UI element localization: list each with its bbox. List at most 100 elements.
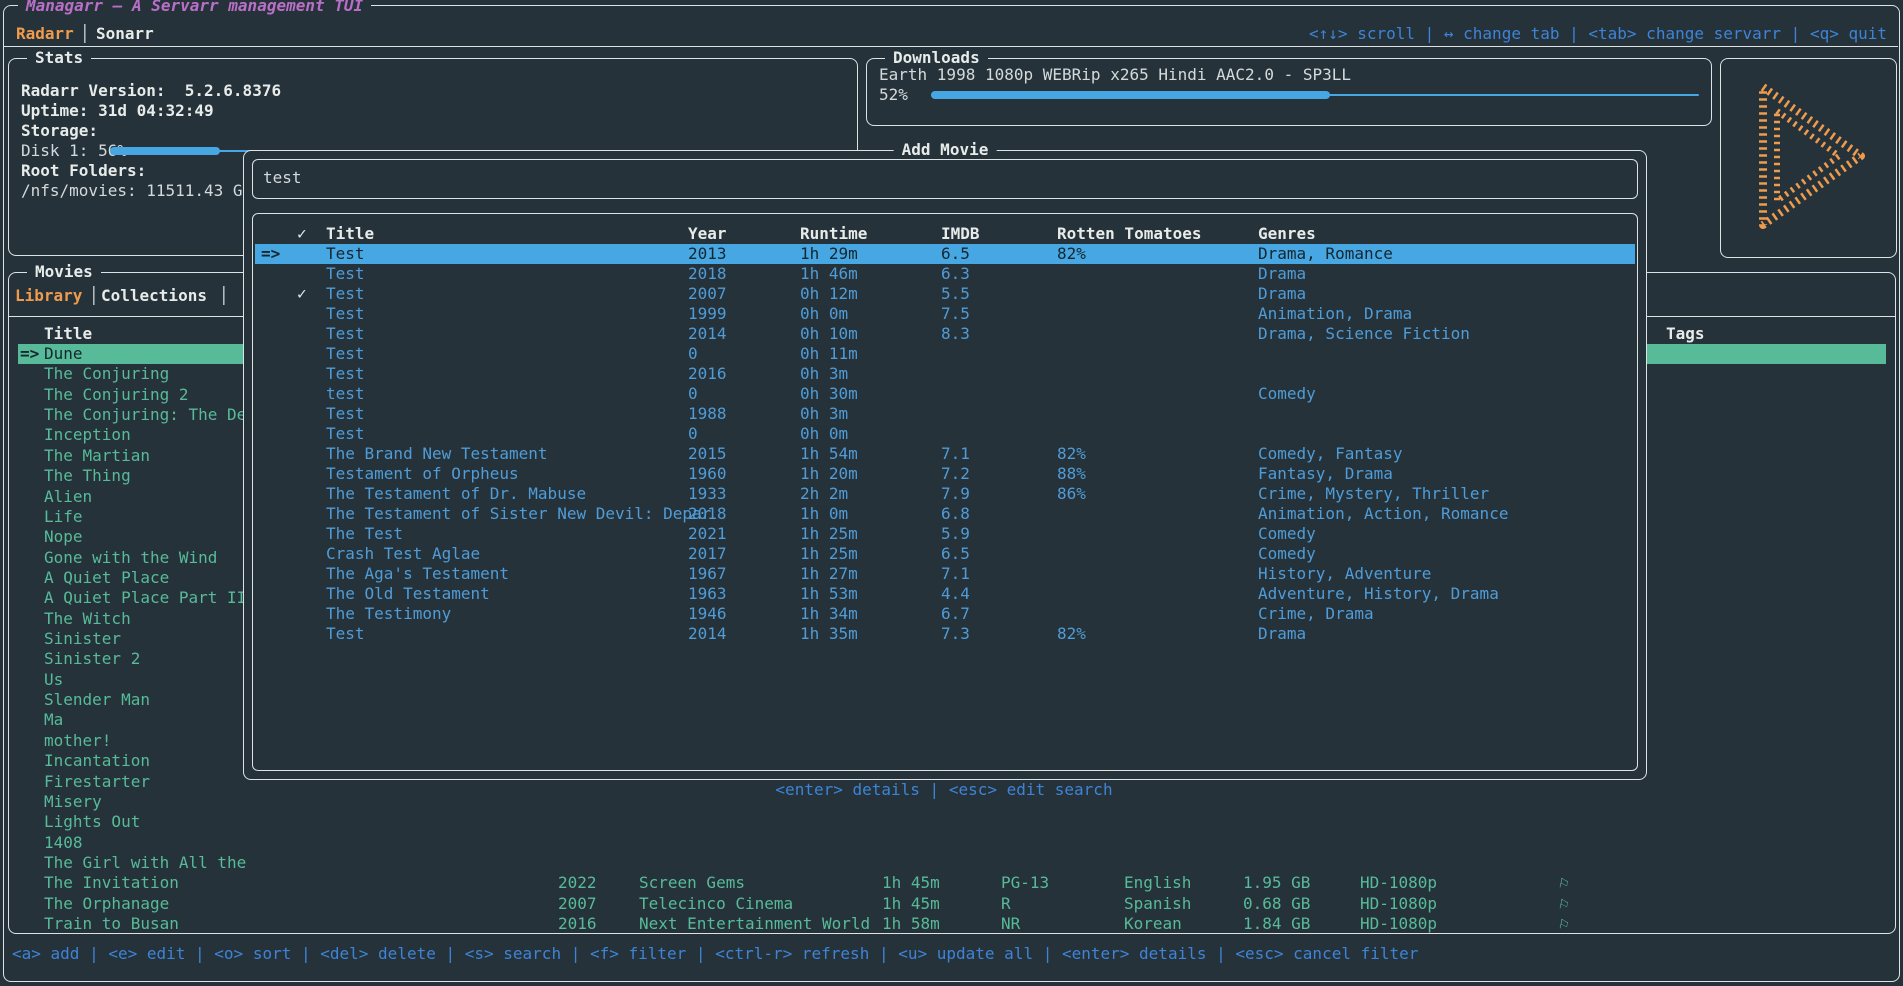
- movie-language: Korean: [1124, 914, 1182, 934]
- search-result-row[interactable]: Crash Test Aglae 2017 1h 25m 6.5 Comedy: [255, 544, 1635, 564]
- result-rotten-tomatoes: 88%: [1057, 464, 1086, 484]
- result-imdb: 7.1: [941, 564, 970, 584]
- search-result-row[interactable]: The Test 2021 1h 25m 5.9 Comedy: [255, 524, 1635, 544]
- search-result-row[interactable]: Test 2018 1h 46m 6.3 Drama: [255, 264, 1635, 284]
- movie-title: The Martian: [44, 446, 150, 466]
- movies-tab-library[interactable]: Library: [15, 286, 82, 306]
- result-runtime: 0h 3m: [800, 364, 848, 384]
- result-year: 1933: [688, 484, 727, 504]
- result-year: 0: [688, 424, 698, 444]
- movie-list-row[interactable]: The Girl with All the ⚐: [18, 853, 1886, 873]
- result-year: 0: [688, 344, 698, 364]
- tab-sonarr[interactable]: Sonarr: [96, 24, 154, 44]
- movie-size: 1.84 GB: [1243, 914, 1310, 934]
- result-title: Crash Test Aglae: [326, 544, 480, 564]
- movie-list-row[interactable]: The Invitation 2022 Screen Gems 1h 45m P…: [18, 873, 1886, 893]
- result-imdb: 6.3: [941, 264, 970, 284]
- tab-separator: │: [80, 24, 90, 44]
- result-runtime: 1h 53m: [800, 584, 858, 604]
- result-title: The Brand New Testament: [326, 444, 548, 464]
- movie-title: 1408: [44, 833, 83, 853]
- movie-title: The Orphanage: [44, 894, 169, 914]
- result-title: The Old Testament: [326, 584, 490, 604]
- movie-year: 2007: [558, 894, 597, 914]
- movie-search-input[interactable]: test: [252, 159, 1638, 199]
- result-rotten-tomatoes: 86%: [1057, 484, 1086, 504]
- search-result-row[interactable]: The Brand New Testament 2015 1h 54m 7.1 …: [255, 444, 1635, 464]
- search-result-row[interactable]: Test 0 0h 11m: [255, 344, 1635, 364]
- result-genres: Crime, Drama: [1258, 604, 1374, 624]
- movie-list-row[interactable]: The Orphanage 2007 Telecinco Cinema 1h 4…: [18, 894, 1886, 914]
- result-genres: Adventure, History, Drama: [1258, 584, 1499, 604]
- search-results-rows: => Test 2013 1h 29m 6.5 82% Drama, Roman…: [255, 244, 1635, 644]
- result-runtime: 1h 25m: [800, 544, 858, 564]
- search-result-row[interactable]: Testament of Orpheus 1960 1h 20m 7.2 88%…: [255, 464, 1635, 484]
- movie-title: Misery: [44, 792, 102, 812]
- result-genres: History, Adventure: [1258, 564, 1431, 584]
- movie-title: Alien: [44, 487, 92, 507]
- movies-tab-collections[interactable]: Collections: [101, 286, 207, 306]
- tab-radarr[interactable]: Radarr: [16, 24, 74, 44]
- movie-title: Us: [44, 670, 63, 690]
- result-title: Test: [326, 244, 365, 264]
- result-genres: Drama: [1258, 284, 1306, 304]
- result-runtime: 1h 35m: [800, 624, 858, 644]
- search-result-row[interactable]: ✓ Test 2007 0h 12m 5.5 Drama: [255, 284, 1635, 304]
- search-result-row[interactable]: Test 1999 0h 0m 7.5 Animation, Drama: [255, 304, 1635, 324]
- movie-title: The Witch: [44, 609, 131, 629]
- movie-search-value: test: [263, 168, 302, 188]
- movie-title: Lights Out: [44, 812, 140, 832]
- result-genres: Drama, Science Fiction: [1258, 324, 1470, 344]
- result-imdb: 7.1: [941, 444, 970, 464]
- movie-title: Slender Man: [44, 690, 150, 710]
- result-year: 2015: [688, 444, 727, 464]
- search-result-row[interactable]: => Test 2013 1h 29m 6.5 82% Drama, Roman…: [255, 244, 1635, 264]
- movies-panel-title: Movies: [27, 262, 101, 281]
- search-result-row[interactable]: The Aga's Testament 1967 1h 27m 7.1 Hist…: [255, 564, 1635, 584]
- result-title: Testament of Orpheus: [326, 464, 519, 484]
- search-result-row[interactable]: Test 2016 0h 3m: [255, 364, 1635, 384]
- result-runtime: 0h 30m: [800, 384, 858, 404]
- movie-rating: NR: [1001, 914, 1020, 934]
- storage-label: Storage:: [21, 121, 98, 141]
- movie-runtime: 1h 58m: [882, 914, 940, 934]
- movie-rating: PG-13: [1001, 873, 1049, 893]
- add-movie-popup-title: Add Movie: [894, 140, 997, 159]
- search-result-row[interactable]: test 0 0h 30m Comedy: [255, 384, 1635, 404]
- movie-list-row[interactable]: Lights Out ⚐: [18, 812, 1886, 832]
- result-runtime: 0h 3m: [800, 404, 848, 424]
- stats-panel-title: Stats: [27, 48, 91, 67]
- movie-list-row[interactable]: 1408 ⚐: [18, 833, 1886, 853]
- movies-tab-separator-1: │: [89, 286, 99, 306]
- movie-title: The Conjuring 2: [44, 385, 189, 405]
- movie-title: Gone with the Wind: [44, 548, 217, 568]
- movie-quality: HD-1080p: [1360, 894, 1437, 914]
- result-year: 2014: [688, 624, 727, 644]
- movie-studio: Telecinco Cinema: [639, 894, 793, 914]
- search-result-row[interactable]: Test 1988 0h 3m: [255, 404, 1635, 424]
- search-result-row[interactable]: The Testament of Dr. Mabuse 1933 2h 2m 7…: [255, 484, 1635, 504]
- search-result-row[interactable]: The Old Testament 1963 1h 53m 4.4 Advent…: [255, 584, 1635, 604]
- result-genres: Crime, Mystery, Thriller: [1258, 484, 1489, 504]
- search-result-row[interactable]: The Testimony 1946 1h 34m 6.7 Crime, Dra…: [255, 604, 1635, 624]
- result-imdb: 7.2: [941, 464, 970, 484]
- search-result-row[interactable]: Test 2014 0h 10m 8.3 Drama, Science Fict…: [255, 324, 1635, 344]
- result-genres: Comedy: [1258, 384, 1316, 404]
- movie-quality: HD-1080p: [1360, 873, 1437, 893]
- search-result-row[interactable]: The Testament of Sister New Devil: Depar…: [255, 504, 1635, 524]
- search-result-row[interactable]: Test 0 0h 0m: [255, 424, 1635, 444]
- result-runtime: 1h 54m: [800, 444, 858, 464]
- result-imdb: 5.5: [941, 284, 970, 304]
- result-imdb: 6.8: [941, 504, 970, 524]
- search-result-row[interactable]: Test 2014 1h 35m 7.3 82% Drama: [255, 624, 1635, 644]
- result-year: 2013: [688, 244, 727, 264]
- header-imdb: IMDB: [941, 224, 980, 244]
- movie-title: Dune: [44, 344, 83, 364]
- result-genres: Comedy, Fantasy: [1258, 444, 1403, 464]
- downloads-panel: Downloads Earth 1998 1080p WEBRip x265 H…: [866, 58, 1712, 126]
- managarr-logo-icon: [1747, 81, 1875, 231]
- result-runtime: 1h 20m: [800, 464, 858, 484]
- movie-size: 0.68 GB: [1243, 894, 1310, 914]
- movie-title: Ma: [44, 710, 63, 730]
- movie-list-row[interactable]: Train to Busan 2016 Next Entertainment W…: [18, 914, 1886, 934]
